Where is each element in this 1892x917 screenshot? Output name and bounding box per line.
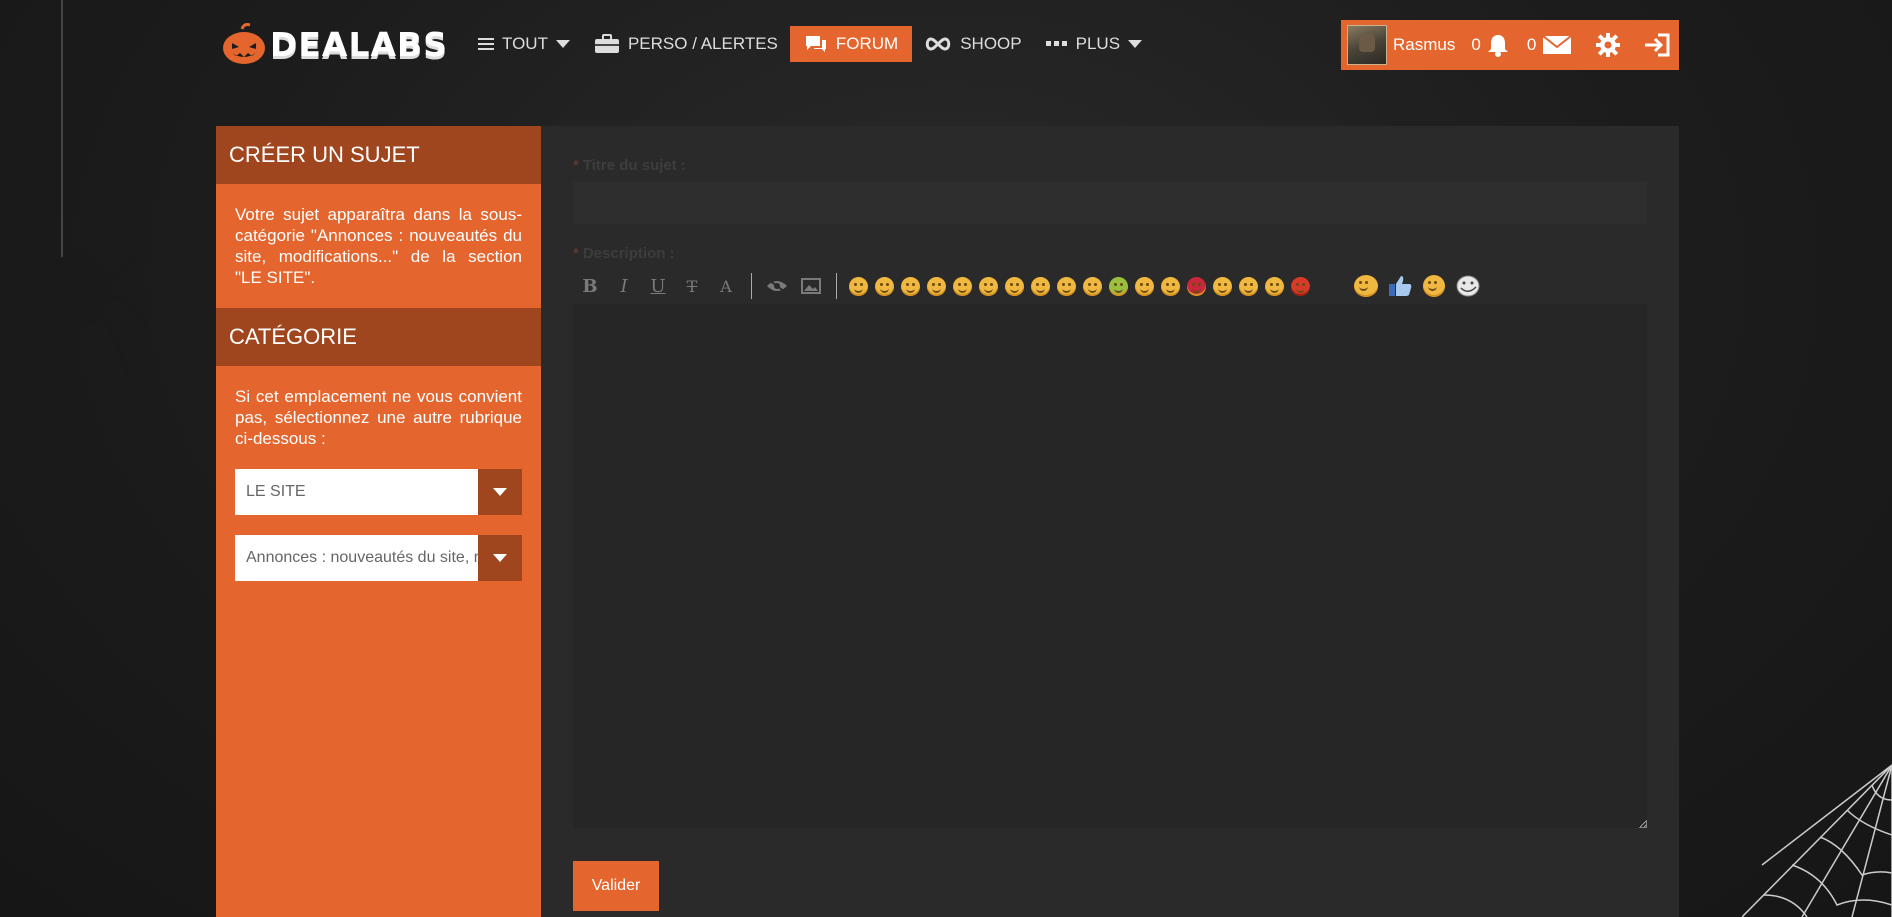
smiley-icon[interactable] xyxy=(1131,272,1157,300)
nav-tout-label: TOUT xyxy=(502,34,548,53)
briefcase-icon xyxy=(594,34,619,53)
smiley-icon[interactable] xyxy=(1261,272,1287,300)
notifications-count: 0 xyxy=(1471,35,1481,54)
strikethrough-button[interactable]: T xyxy=(675,272,709,300)
smiley-icon[interactable] xyxy=(1157,272,1183,300)
create-topic-sidebar: CRÉER UN SUJET Votre sujet apparaîtra da… xyxy=(216,126,541,917)
pumpkin-icon xyxy=(223,23,265,64)
infinity-icon xyxy=(925,37,951,51)
description-label: * Description : xyxy=(573,245,675,262)
site-logo[interactable]: DEALABS xyxy=(222,22,448,66)
top-navigation-bar: DEALABS TOUT PERSO / ALERTES FORUM SHOOP… xyxy=(0,0,1892,88)
resize-handle[interactable] xyxy=(1639,820,1647,828)
hamburger-icon xyxy=(478,38,494,50)
underline-button[interactable]: U xyxy=(641,272,675,300)
smiley-icon[interactable] xyxy=(975,272,1001,300)
username[interactable]: Rasmus xyxy=(1393,35,1455,55)
main-nav: TOUT PERSO / ALERTES FORUM SHOOP PLUS xyxy=(466,26,1154,62)
chat-bubbles-icon xyxy=(805,36,826,52)
smiley-icon[interactable] xyxy=(1053,272,1079,300)
logout-icon[interactable] xyxy=(1644,33,1670,57)
category-heading: CATÉGORIE xyxy=(216,308,541,366)
image-icon[interactable] xyxy=(794,272,828,300)
italic-button[interactable]: I xyxy=(607,272,641,300)
nav-perso-alertes[interactable]: PERSO / ALERTES xyxy=(582,26,790,62)
gear-icon[interactable] xyxy=(1596,33,1621,57)
chevron-down-icon xyxy=(1128,40,1143,48)
required-mark: * xyxy=(573,157,579,174)
title-label: * Titre du sujet : xyxy=(573,157,686,174)
smiley-icon[interactable] xyxy=(1235,272,1261,300)
logo-text: DEALABS xyxy=(270,24,448,64)
create-topic-info: Votre sujet apparaîtra dans la sous-caté… xyxy=(235,205,522,287)
nav-shoop-label: SHOOP xyxy=(960,34,1022,53)
nav-perso-label: PERSO / ALERTES xyxy=(627,34,778,53)
create-topic-heading: CRÉER UN SUJET xyxy=(216,126,541,184)
chevron-down-icon xyxy=(555,40,570,48)
envelope-icon[interactable] xyxy=(1542,35,1572,55)
bell-icon[interactable] xyxy=(1487,33,1509,57)
troll-face-icon[interactable] xyxy=(1451,272,1485,300)
more-dots-icon xyxy=(1045,41,1067,46)
description-editor[interactable] xyxy=(573,304,1647,828)
smiley-icon[interactable] xyxy=(1079,272,1105,300)
smiley-icon[interactable] xyxy=(1001,272,1027,300)
spiderweb-decoration xyxy=(1742,764,1892,917)
section-select-toggle[interactable] xyxy=(478,469,522,515)
nav-forum[interactable]: FORUM xyxy=(789,26,913,62)
smiley-icon[interactable] xyxy=(949,272,975,300)
description-label-text: Description : xyxy=(582,245,675,262)
smiley-icon[interactable] xyxy=(1183,272,1209,300)
spoiler-eye-icon[interactable] xyxy=(760,272,794,300)
title-label-text: Titre du sujet : xyxy=(582,157,686,174)
bold-button[interactable]: B xyxy=(573,272,607,300)
toolbar-separator xyxy=(836,273,837,299)
nav-plus[interactable]: PLUS xyxy=(1034,26,1154,62)
smiley-icon[interactable] xyxy=(1027,272,1053,300)
smiley-icon[interactable] xyxy=(1287,272,1313,300)
nav-tout[interactable]: TOUT xyxy=(466,26,582,62)
smiley-icon[interactable] xyxy=(1209,272,1235,300)
subcategory-select-toggle[interactable] xyxy=(478,535,522,581)
title-input[interactable] xyxy=(573,182,1647,224)
font-size-button[interactable]: A xyxy=(709,272,743,300)
smiley-icon[interactable] xyxy=(897,272,923,300)
category-info: Si cet emplacement ne vous convient pas,… xyxy=(235,387,522,448)
subcategory-select-value: Annonces : nouveautés du site, modificat… xyxy=(246,549,478,566)
section-select-value: LE SITE xyxy=(246,483,306,500)
smiley-icon[interactable] xyxy=(1417,272,1451,300)
topic-form: * Titre du sujet : * Description : B I U T… xyxy=(541,126,1679,917)
nav-plus-label: PLUS xyxy=(1075,34,1121,53)
section-select[interactable]: LE SITE xyxy=(235,469,522,515)
editor-toolbar: B I U T A xyxy=(573,272,1485,300)
user-menu: Rasmus 0 0 xyxy=(1341,20,1679,70)
required-mark: * xyxy=(573,245,579,262)
avatar[interactable] xyxy=(1347,25,1387,65)
toolbar-separator xyxy=(751,273,752,299)
smiley-icon[interactable] xyxy=(923,272,949,300)
messages-count: 0 xyxy=(1526,35,1537,54)
chevron-down-icon xyxy=(493,554,507,562)
subcategory-select[interactable]: Annonces : nouveautés du site, modificat… xyxy=(235,535,522,581)
smiley-icon[interactable] xyxy=(1349,272,1383,300)
submit-button[interactable]: Valider xyxy=(573,861,659,911)
smiley-icon[interactable] xyxy=(871,272,897,300)
smiley-icon[interactable] xyxy=(845,272,871,300)
thumbs-up-icon[interactable] xyxy=(1383,272,1417,300)
smiley-icon[interactable] xyxy=(1105,272,1131,300)
nav-shoop[interactable]: SHOOP xyxy=(912,26,1033,62)
nav-forum-label: FORUM xyxy=(835,34,899,53)
chevron-down-icon xyxy=(493,488,507,496)
